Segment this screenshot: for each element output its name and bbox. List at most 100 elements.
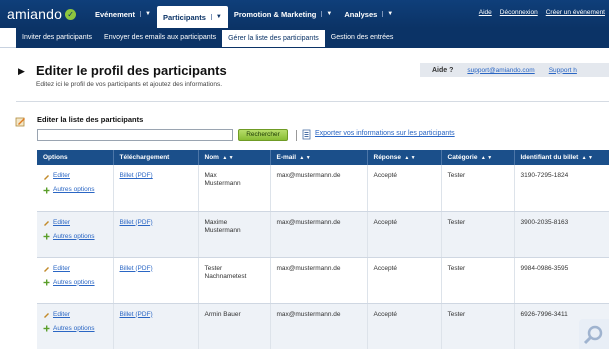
table-row: Editer Autres options Billet (PDF) Max Mu… <box>37 165 609 212</box>
column-header-email[interactable]: E-mail ▲ ▼ <box>270 150 368 165</box>
last-name: Mustermann <box>204 180 241 187</box>
column-label: Identifiant du billet <box>520 154 579 161</box>
name-cell: Maxime Mustermann <box>198 211 271 258</box>
first-name: Maxime <box>204 218 228 226</box>
first-name: Armin Bauer <box>204 310 241 318</box>
column-header-category[interactable]: Catégorie ▲ ▼ <box>441 150 515 165</box>
top-nav-menu: Evénement ▼ Participants ▼ Promotion & Mar… <box>89 0 399 28</box>
pencil-icon <box>44 221 49 226</box>
ticket-pdf-link[interactable]: Billet (PDF) <box>120 265 153 273</box>
download-cell: Billet (PDF) <box>113 303 199 349</box>
topnav-label: Promotion & Marketing <box>233 9 317 19</box>
options-cell: Editer Autres options <box>37 303 114 349</box>
column-header-options: Options <box>37 150 114 165</box>
sort-arrows-icon[interactable]: ▲ ▼ <box>479 155 492 161</box>
column-label: Réponse <box>373 154 401 161</box>
edit-link[interactable]: Editer <box>53 311 70 319</box>
topnav-evenement[interactable]: Evénement ▼ <box>89 0 157 28</box>
sort-arrows-icon[interactable]: ▲ ▼ <box>221 155 233 161</box>
download-cell: Billet (PDF) <box>113 257 199 304</box>
magnifier-icon <box>583 325 603 345</box>
category-cell: Tester <box>441 165 515 212</box>
edit-link[interactable]: Editer <box>53 265 70 273</box>
help-label: Aide ? <box>432 66 454 74</box>
download-cell: Billet (PDF) <box>113 165 199 212</box>
plus-icon <box>43 279 50 286</box>
plus-icon <box>43 325 50 332</box>
table-header-row: Options Téléchargement Nom ▲ ▼ E-mail ▲ … <box>37 150 609 165</box>
export-icon <box>302 129 311 140</box>
logout-link[interactable]: Déconnexion <box>500 9 538 16</box>
name-cell: Tester Nachnametest <box>198 257 271 304</box>
page-header: ▶ Editer le profil des participants Edit… <box>0 49 609 97</box>
column-label: Nom <box>204 154 219 161</box>
ticket-pdf-link[interactable]: Billet (PDF) <box>120 172 153 180</box>
sort-arrows-icon[interactable]: ▲ ▼ <box>298 155 310 161</box>
last-name: Nachnametest <box>204 272 247 280</box>
search-button[interactable]: Rechercher <box>238 129 288 141</box>
table-row: Editer Autres options Billet (PDF) Armin… <box>37 303 609 349</box>
edit-link[interactable]: Editer <box>53 219 70 227</box>
support-link[interactable]: Support h <box>549 67 577 74</box>
logo-text: amiando <box>7 6 63 22</box>
zoom-button[interactable] <box>579 319 609 349</box>
email-cell: max@mustermann.de <box>270 211 368 258</box>
dropdown-arrow-icon[interactable]: ▼ <box>382 11 393 17</box>
triangle-right-icon: ▶ <box>18 66 25 76</box>
page-title: Editer le profil des participants <box>36 63 227 78</box>
name-cell: Max Mustermann <box>198 165 271 212</box>
options-cell: Editer Autres options <box>37 257 114 304</box>
column-label: Téléchargement <box>119 154 170 161</box>
topnav-label: Participants <box>162 12 206 22</box>
sort-arrows-icon[interactable]: ▲ ▼ <box>403 155 415 161</box>
response-cell: Accepté <box>367 303 442 349</box>
email-cell: max@mustermann.de <box>270 165 368 212</box>
dropdown-arrow-icon[interactable]: ▼ <box>140 11 151 17</box>
first-name: Max <box>204 172 217 179</box>
edit-list-icon <box>15 117 25 127</box>
help-box: Aide ? support@amiando.com Support h <box>420 63 609 77</box>
tab-entry-management[interactable]: Gestion des entrées <box>325 27 400 47</box>
category-cell: Tester <box>441 303 515 349</box>
tab-manage-participants[interactable]: Gérer la liste des participants <box>222 30 325 47</box>
column-label: Catégorie <box>447 154 478 161</box>
logo[interactable]: amiando ✓ <box>7 6 89 22</box>
tab-invite-participants[interactable]: Inviter des participants <box>16 27 98 47</box>
ticket-pdf-link[interactable]: Billet (PDF) <box>120 311 153 319</box>
column-header-name[interactable]: Nom ▲ ▼ <box>198 150 271 165</box>
section-title: Editer la liste des participants <box>37 115 144 124</box>
edit-link[interactable]: Editer <box>53 172 70 180</box>
pencil-icon <box>44 313 49 318</box>
sort-arrows-icon[interactable]: ▲ ▼ <box>580 155 593 161</box>
column-header-response[interactable]: Réponse ▲ ▼ <box>367 150 442 165</box>
search-input[interactable] <box>37 129 233 141</box>
more-options-link[interactable]: Autres options <box>53 186 95 194</box>
response-cell: Accepté <box>367 211 442 258</box>
logo-mark-icon: ✓ <box>65 8 77 20</box>
column-header-ticket-id[interactable]: Identifiant du billet ▲ ▼ <box>514 150 609 165</box>
topnav-promotion[interactable]: Promotion & Marketing ▼ <box>228 0 338 28</box>
top-navigation-bar: amiando ✓ Evénement ▼ Participants ▼ Promo… <box>0 0 609 28</box>
tab-email-participants[interactable]: Envoyer des emails aux participants <box>98 27 222 47</box>
column-label: E-mail <box>276 154 297 161</box>
create-event-link[interactable]: Créer un événement <box>546 9 605 16</box>
ticket-id-cell: 3190-7295-1824 <box>514 165 609 212</box>
topnav-analyses[interactable]: Analyses ▼ <box>338 0 399 28</box>
separator <box>296 130 297 141</box>
response-cell: Accepté <box>367 165 442 212</box>
more-options-link[interactable]: Autres options <box>53 325 95 333</box>
topnav-participants[interactable]: Participants ▼ <box>156 6 228 28</box>
support-email-link[interactable]: support@amiando.com <box>467 67 534 74</box>
ticket-pdf-link[interactable]: Billet (PDF) <box>120 219 153 227</box>
dropdown-arrow-icon[interactable]: ▼ <box>321 11 332 17</box>
email-cell: max@mustermann.de <box>270 257 368 304</box>
options-cell: Editer Autres options <box>37 211 114 258</box>
help-link[interactable]: Aide <box>479 9 492 16</box>
category-cell: Tester <box>441 211 515 258</box>
export-participants-link[interactable]: Exporter vos informations sur les partic… <box>315 130 455 137</box>
response-cell: Accepté <box>367 257 442 304</box>
dropdown-arrow-icon[interactable]: ▼ <box>210 14 222 20</box>
more-options-link[interactable]: Autres options <box>53 233 95 241</box>
topnav-label: Evénement <box>95 9 136 19</box>
more-options-link[interactable]: Autres options <box>53 279 95 287</box>
